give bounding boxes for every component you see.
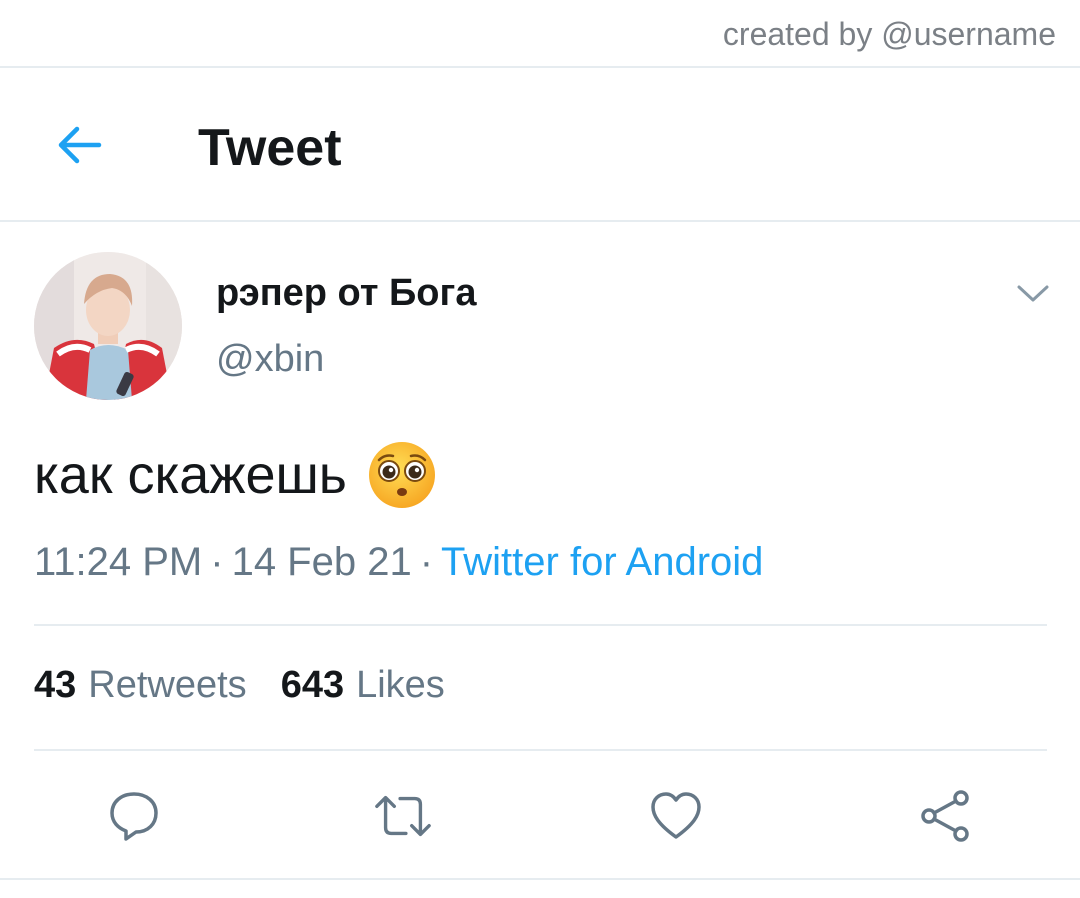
meta-divider xyxy=(34,624,1047,626)
share-icon xyxy=(921,790,969,842)
tweet-stats: 43 Retweets 643 Likes xyxy=(34,664,445,707)
tweet-meta: 11:24 PM · 14 Feb 21 · Twitter for Android xyxy=(34,540,763,585)
page-title: Tweet xyxy=(198,119,342,177)
likes-stat[interactable]: 643 Likes xyxy=(281,664,445,706)
retweets-stat[interactable]: 43 Retweets xyxy=(34,664,247,706)
retweets-count: 43 xyxy=(34,664,77,706)
meta-separator: · xyxy=(210,540,224,584)
likes-label: Likes xyxy=(356,664,445,706)
stats-divider xyxy=(34,749,1047,751)
arrow-left-icon xyxy=(58,126,102,164)
tweet-text: как скажешь xyxy=(34,440,437,510)
bottom-divider xyxy=(0,878,1080,880)
like-icon xyxy=(651,792,701,839)
avatar-image xyxy=(34,252,182,400)
meta-separator: · xyxy=(419,540,434,584)
like-button[interactable] xyxy=(646,786,706,846)
reply-icon xyxy=(110,792,158,841)
tweet-time: 11:24 PM xyxy=(34,540,203,584)
author-handle: @xbin xyxy=(216,338,325,380)
tweet-text-content: как скажешь xyxy=(34,445,347,505)
tweet-options-button[interactable] xyxy=(1006,272,1060,316)
header-divider xyxy=(0,220,1080,222)
retweets-label: Retweets xyxy=(88,664,247,706)
top-divider xyxy=(0,66,1080,68)
likes-count: 643 xyxy=(280,664,345,706)
avatar[interactable] xyxy=(34,252,182,400)
retweet-button[interactable] xyxy=(373,786,433,846)
watermark: created by @username xyxy=(722,16,1056,52)
tweet-date: 14 Feb 21 xyxy=(231,540,412,584)
share-button[interactable] xyxy=(915,786,975,846)
reply-button[interactable] xyxy=(104,786,164,846)
tweet-source-link[interactable]: Twitter for Android xyxy=(441,540,763,584)
retweet-icon xyxy=(375,795,431,837)
chevron-down-icon xyxy=(1017,285,1049,302)
pleading-face-emoji-icon xyxy=(367,440,437,510)
back-button[interactable] xyxy=(50,120,106,170)
author-display-name[interactable]: рэпер от Бога xyxy=(216,272,476,315)
